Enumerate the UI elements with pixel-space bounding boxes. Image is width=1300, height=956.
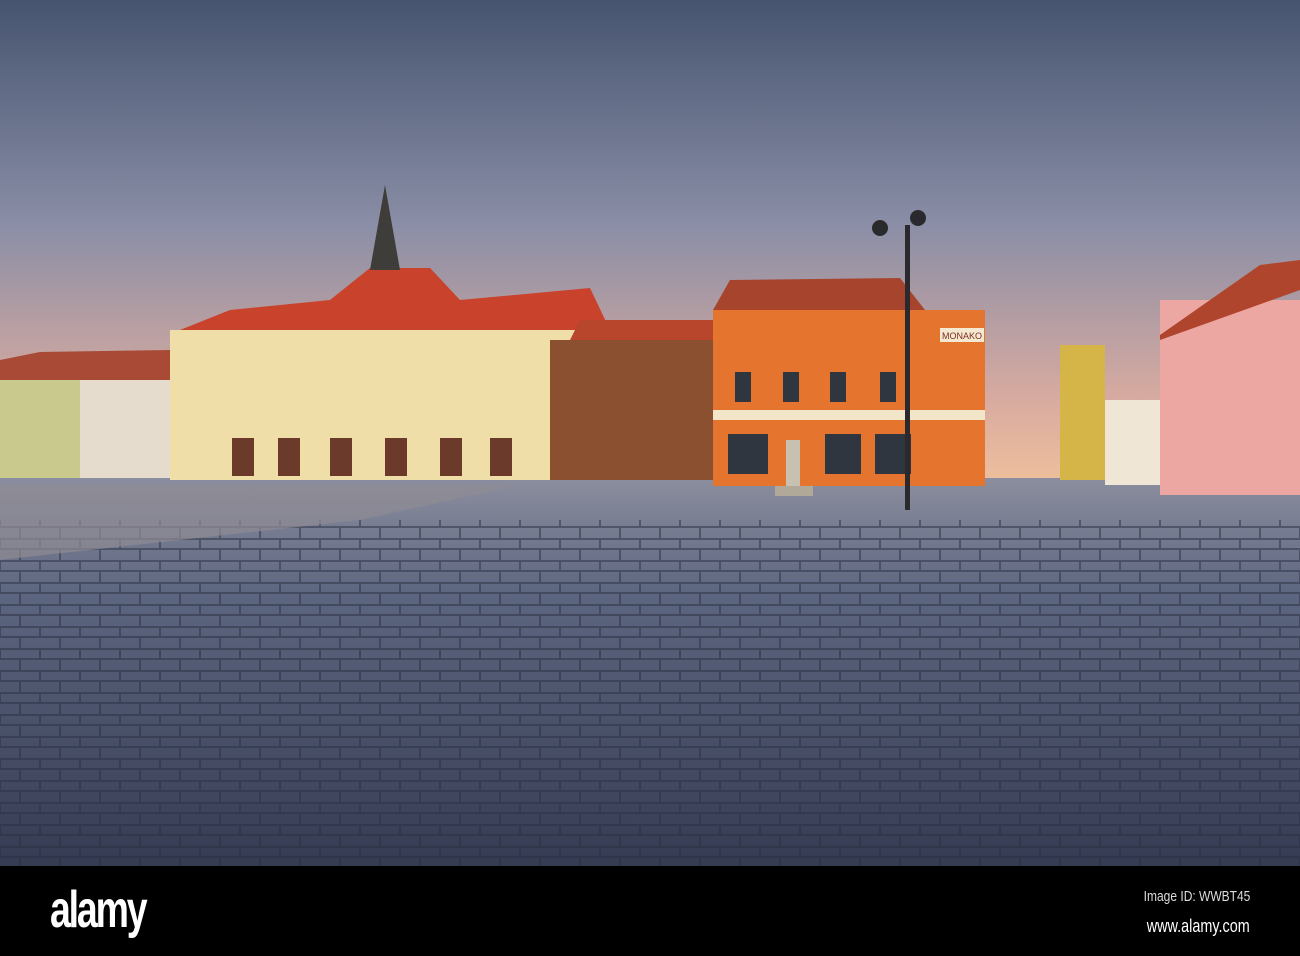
alamy-logo[interactable]: alamy — [50, 880, 148, 940]
town-square-photo: MONAKO — [0, 0, 1300, 866]
monako-sign: MONAKO — [942, 331, 982, 341]
middle-building — [550, 320, 715, 480]
left-buildings — [0, 350, 172, 478]
cobblestone-texture — [0, 520, 1300, 866]
website-link[interactable]: www.alamy.com — [1147, 916, 1250, 937]
image-id: Image ID: WWBT45 — [1143, 888, 1250, 905]
footer-bar: alamy Image ID: WWBT45 www.alamy.com — [0, 866, 1300, 956]
